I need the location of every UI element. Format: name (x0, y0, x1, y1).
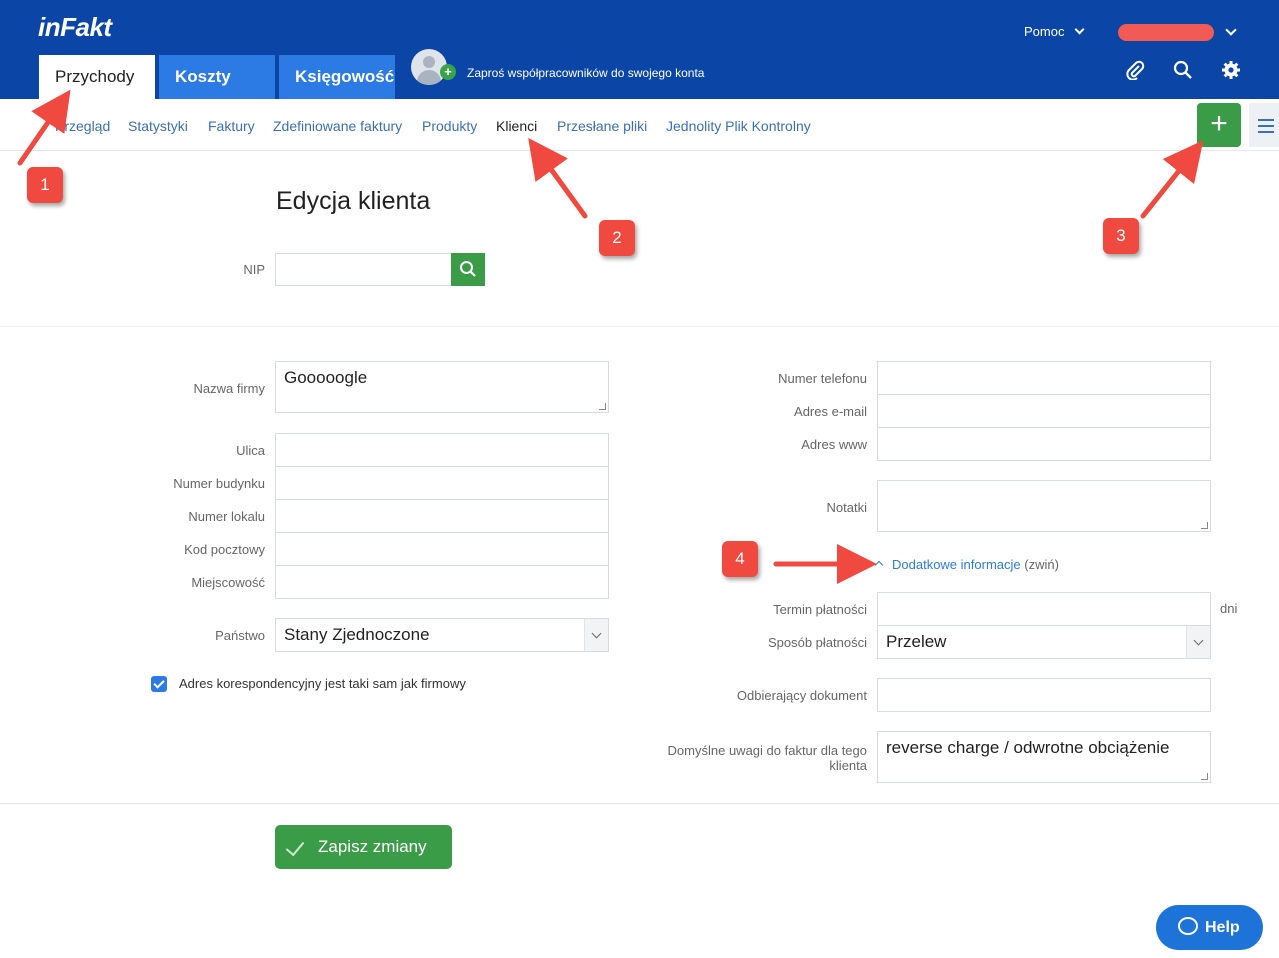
add-coworker-icon[interactable]: + (440, 64, 456, 80)
hamburger-menu-button[interactable] (1249, 103, 1279, 147)
search-icon[interactable] (1173, 60, 1193, 80)
company-name-input[interactable]: Gooooogle (275, 361, 609, 413)
help-menu-label: Pomoc (1024, 24, 1065, 39)
annotation-arrow-2 (528, 137, 588, 219)
unit-number-label: Numer lokalu (188, 509, 265, 524)
payment-method-value: Przelew (886, 632, 947, 651)
nip-search-button[interactable] (451, 253, 485, 286)
payment-term-input[interactable] (877, 592, 1211, 626)
default-remarks-value: reverse charge / odwrotne obciążenie (886, 738, 1170, 757)
subnav-faktury[interactable]: Faktury (208, 118, 255, 134)
default-remarks-input[interactable]: reverse charge / odwrotne obciążenie (877, 731, 1211, 783)
subnav-produkty[interactable]: Produkty (422, 118, 477, 134)
payment-term-unit: dni (1220, 601, 1238, 616)
building-number-input[interactable] (275, 466, 609, 500)
postal-code-label: Kod pocztowy (184, 542, 265, 557)
chevron-down-icon (1075, 24, 1085, 35)
help-chat-label: Help (1205, 919, 1240, 936)
subnav-klienci[interactable]: Klienci (496, 118, 537, 134)
country-select[interactable]: Stany Zjednoczone (275, 618, 609, 652)
annotation-badge-2: 2 (599, 220, 635, 256)
chat-bubble-icon (1178, 917, 1198, 935)
country-value: Stany Zjednoczone (284, 625, 430, 644)
subnav-przeglad[interactable]: Przegląd (55, 118, 110, 134)
tab-przychody[interactable]: Przychody (39, 55, 155, 99)
subnav-zdefiniowane-faktury[interactable]: Zdefiniowane faktury (273, 118, 402, 134)
subnav-jpk[interactable]: Jednolity Plik Kontrolny (666, 118, 811, 134)
app-logo[interactable]: inFakt (38, 12, 112, 43)
phone-input[interactable] (877, 361, 1211, 395)
user-account-menu[interactable] (1118, 24, 1214, 41)
notes-label: Notatki (826, 500, 867, 515)
save-changes-button[interactable]: Zapisz zmiany (275, 825, 452, 869)
nip-input[interactable] (275, 253, 452, 286)
chevron-down-icon (1186, 626, 1210, 658)
country-label: Państwo (215, 628, 265, 643)
checkmark-icon (285, 836, 305, 857)
payment-method-select[interactable]: Przelew (877, 625, 1211, 659)
website-input[interactable] (877, 427, 1211, 461)
section-divider (0, 803, 1279, 804)
building-number-label: Numer budynku (173, 476, 265, 491)
sub-navigation: Przegląd Statystyki Faktury Zdefiniowane… (0, 99, 1279, 151)
street-label: Ulica (236, 443, 265, 458)
email-input[interactable] (877, 394, 1211, 428)
gear-icon[interactable] (1221, 60, 1241, 80)
document-receiver-input[interactable] (877, 678, 1211, 712)
top-header: inFakt Przychody Koszty Księgowość + Zap… (0, 0, 1279, 99)
collapse-label[interactable]: (zwiń) (1024, 557, 1059, 572)
same-address-label: Adres korespondencyjny jest taki sam jak… (179, 676, 466, 691)
subnav-statystyki[interactable]: Statystyki (128, 118, 188, 134)
add-new-button[interactable]: + (1197, 103, 1241, 147)
tab-ksiegowosc[interactable]: Księgowość (279, 55, 395, 99)
annotation-badge-4: 4 (722, 541, 758, 577)
payment-term-label: Termin płatności (773, 602, 867, 617)
section-divider (0, 326, 1279, 327)
chevron-down-icon[interactable] (1225, 24, 1237, 36)
street-input[interactable] (275, 433, 609, 467)
document-receiver-label: Odbierający dokument (736, 688, 867, 703)
search-icon (460, 261, 476, 277)
help-menu[interactable]: Pomoc (1024, 24, 1085, 39)
paperclip-icon[interactable] (1125, 60, 1145, 80)
additional-info-toggle[interactable]: Dodatkowe informacje (zwiń) (874, 557, 1059, 572)
annotation-badge-1: 1 (27, 167, 63, 203)
tab-koszty[interactable]: Koszty (159, 55, 275, 99)
annotation-badge-3: 3 (1103, 218, 1139, 254)
chevron-up-icon (874, 560, 884, 570)
payment-method-label: Sposób płatności (767, 635, 867, 650)
notes-input[interactable] (877, 480, 1211, 532)
subnav-przeslane-pliki[interactable]: Przesłane pliki (557, 118, 647, 134)
phone-label: Numer telefonu (778, 371, 867, 386)
website-label: Adres www (801, 437, 867, 452)
help-chat-button[interactable]: Help (1156, 905, 1263, 950)
company-name-label: Nazwa firmy (193, 381, 265, 396)
same-address-checkbox[interactable] (151, 676, 167, 692)
invite-coworkers-link[interactable]: Zaproś współpracowników do swojego konta (467, 66, 704, 80)
default-remarks-label: Domyślne uwagi do faktur dla tego klienta (667, 743, 867, 773)
additional-info-link[interactable]: Dodatkowe informacje (892, 557, 1021, 572)
save-changes-label: Zapisz zmiany (318, 837, 427, 856)
company-name-value: Gooooogle (284, 368, 368, 387)
annotation-arrow-3 (1140, 140, 1204, 219)
nip-label: NIP (243, 262, 265, 277)
chevron-down-icon (584, 619, 608, 651)
postal-code-input[interactable] (275, 532, 609, 566)
email-label: Adres e-mail (794, 404, 867, 419)
city-input[interactable] (275, 565, 609, 599)
unit-number-input[interactable] (275, 499, 609, 533)
page-title: Edycja klienta (276, 187, 431, 215)
city-label: Miejscowość (191, 575, 265, 590)
